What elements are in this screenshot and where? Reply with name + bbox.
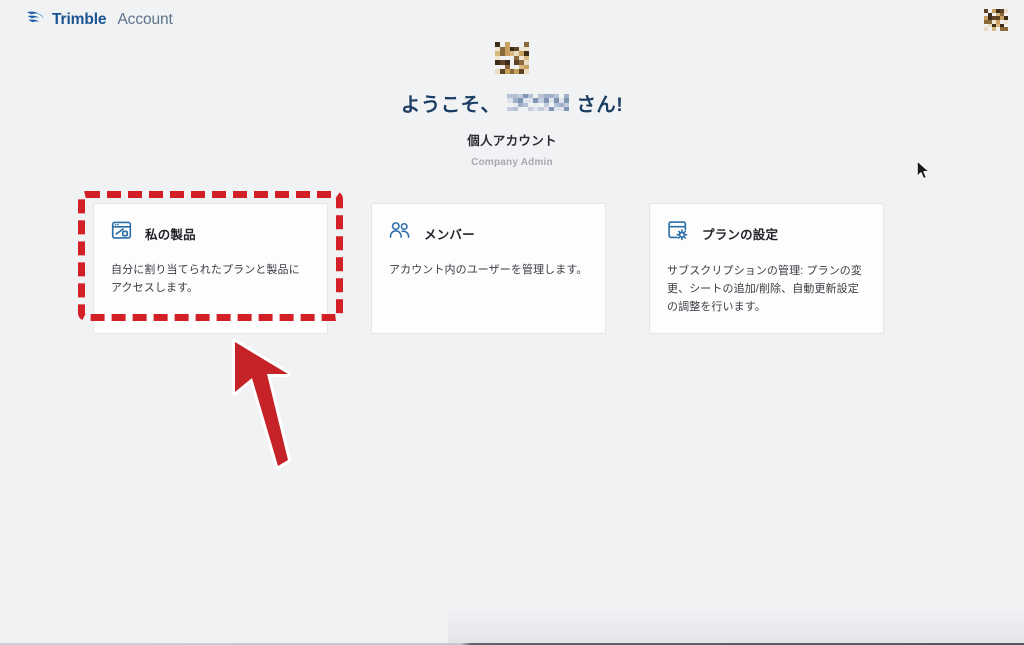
card-header: 私の製品 (111, 220, 310, 246)
plan-settings-gear-icon (667, 220, 689, 247)
card-title: プランの設定 (702, 228, 779, 242)
app-header: Trimble Account (0, 0, 1024, 40)
trimble-logo-icon (26, 10, 45, 30)
brand-sub-label: Account (117, 11, 173, 28)
card-title: メンバー (424, 227, 475, 242)
card-header: プランの設定 (667, 220, 866, 247)
welcome-hero: ようこそ、 さん! 個人アカウント Company Admin (0, 42, 1024, 168)
account-role-badge: Company Admin (471, 157, 553, 168)
welcome-suffix: さん! (576, 94, 624, 116)
welcome-heading: ようこそ、 さん! (0, 88, 1024, 117)
redacted-user-name (507, 94, 570, 111)
card-plan-settings[interactable]: プランの設定 サブスクリプションの管理: プランの変更、シートの追加/削除、自動… (649, 203, 884, 335)
card-header: メンバー (389, 220, 588, 246)
card-description: アカウント内のユーザーを管理します。 (389, 264, 588, 276)
card-my-products[interactable]: 私の製品 自分に割り当てられたプランと製品にアクセスします。 (93, 203, 328, 335)
brand-logo-group[interactable]: Trimble Account (26, 10, 173, 30)
annotation-arrow-icon (222, 334, 300, 479)
account-type-label: 個人アカウント (467, 134, 557, 148)
my-products-icon (111, 220, 132, 246)
welcome-prefix: ようこそ、 (400, 94, 501, 116)
profile-avatar (495, 42, 529, 74)
action-card-grid: 私の製品 自分に割り当てられたプランと製品にアクセスします。 メンバー アカウン… (93, 203, 884, 335)
card-title: 私の製品 (145, 227, 196, 242)
brand-name-label: Trimble (52, 11, 107, 28)
card-members[interactable]: メンバー アカウント内のユーザーを管理します。 (371, 203, 606, 335)
page-bottom-shadow (448, 609, 1024, 643)
members-people-icon (389, 220, 411, 246)
card-description: 自分に割り当てられたプランと製品にアクセスします。 (111, 264, 300, 294)
card-description: サブスクリプションの管理: プランの変更、シートの追加/削除、自動更新設定の調整… (667, 265, 863, 313)
user-avatar[interactable] (984, 9, 1008, 31)
account-home-page: Trimble Account ようこそ、 さん! 個人アカウント Compan… (0, 0, 1024, 645)
